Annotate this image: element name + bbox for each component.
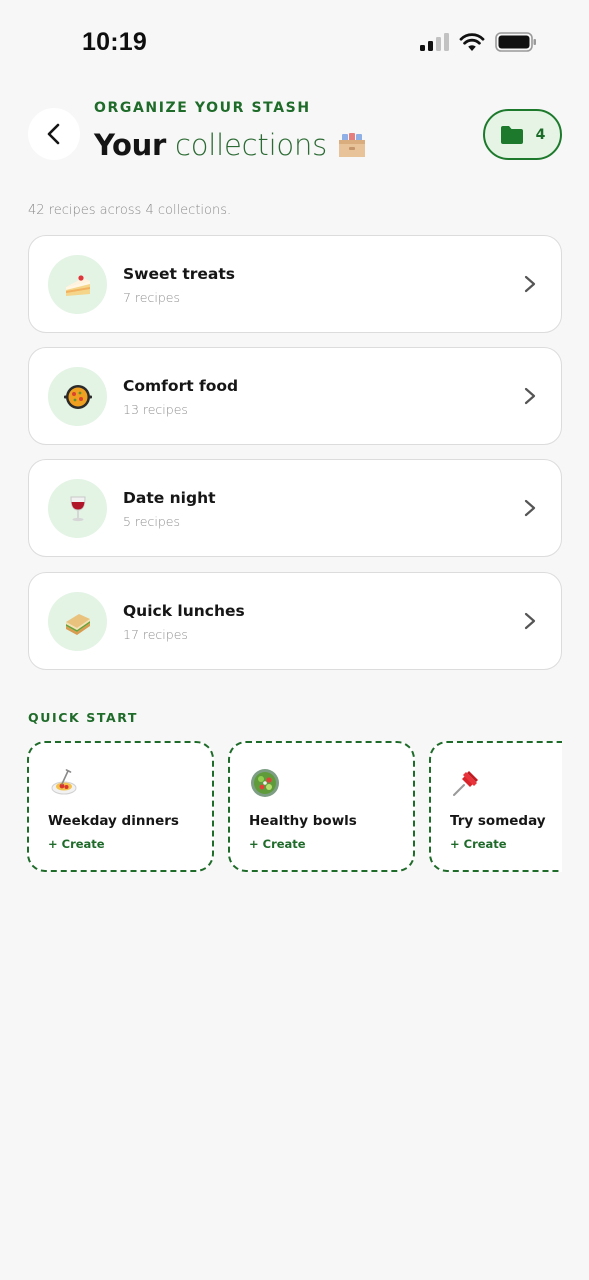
- pushpin-icon: [453, 771, 478, 796]
- spaghetti-icon: [51, 769, 77, 795]
- quick-start-create-link[interactable]: + Create: [48, 837, 105, 851]
- collection-card-comfort-food[interactable]: Comfort food 13 recipes: [28, 347, 562, 445]
- collection-icon-circle: [48, 367, 107, 426]
- quick-start-title: Weekday dinners: [48, 813, 179, 829]
- status-icons: [419, 32, 537, 52]
- chevron-right-icon: [524, 499, 536, 517]
- page-title-strong: Your: [94, 128, 167, 162]
- card-file-box-icon: [339, 133, 366, 157]
- collection-name: Comfort food: [123, 377, 239, 395]
- chevron-right-icon: [524, 612, 536, 630]
- quick-start-title: Healthy bowls: [249, 813, 357, 829]
- cake-slice-icon: [65, 274, 90, 296]
- back-button[interactable]: [28, 108, 80, 160]
- chevron-right-icon: [524, 387, 536, 405]
- quick-start-create-link[interactable]: + Create: [450, 837, 507, 851]
- quick-start-carousel[interactable]: Weekday dinners + Create Healthy bowls +…: [27, 741, 562, 873]
- salad-bowl-icon: [251, 769, 279, 797]
- paella-pan-icon: [63, 384, 92, 409]
- collection-recipe-count: 5 recipes: [123, 514, 180, 529]
- status-bar: 10:19: [0, 0, 589, 88]
- collection-recipe-count: 13 recipes: [123, 402, 188, 417]
- quick-start-card-try-someday[interactable]: Try someday + Create: [429, 741, 562, 872]
- cellular-signal-icon: [420, 33, 449, 51]
- collection-recipe-count: 17 recipes: [123, 627, 188, 642]
- quick-start-card-healthy-bowls[interactable]: Healthy bowls + Create: [228, 741, 415, 872]
- quick-start-title: Try someday: [450, 813, 546, 829]
- page-eyebrow: ORGANIZE YOUR STASH: [94, 100, 311, 116]
- collection-icon-circle: [48, 255, 107, 314]
- folder-icon: [500, 125, 523, 144]
- collection-card-quick-lunches[interactable]: Quick lunches 17 recipes: [28, 572, 562, 670]
- collections-count-pill[interactable]: 4: [483, 109, 562, 160]
- quick-start-card-weekday-dinners[interactable]: Weekday dinners + Create: [27, 741, 214, 872]
- collection-name: Date night: [123, 489, 216, 507]
- chevron-left-icon: [47, 123, 60, 145]
- collection-name: Quick lunches: [123, 602, 245, 620]
- page-title-light: collections: [175, 128, 328, 162]
- collection-recipe-count: 7 recipes: [123, 290, 180, 305]
- quick-start-create-link[interactable]: + Create: [249, 837, 306, 851]
- wine-glass-icon: [69, 496, 86, 521]
- collection-icon-circle: [48, 592, 107, 651]
- status-time: 10:19: [82, 28, 147, 56]
- collection-card-date-night[interactable]: Date night 5 recipes: [28, 459, 562, 557]
- collections-summary: 42 recipes across 4 collections.: [28, 203, 232, 218]
- quick-start-heading: QUICK START: [28, 710, 139, 725]
- wifi-icon: [459, 33, 485, 51]
- page-title: Your collections: [94, 128, 367, 162]
- sandwich-icon: [65, 613, 90, 635]
- chevron-right-icon: [524, 275, 536, 293]
- collections-count: 4: [535, 126, 546, 143]
- battery-icon: [495, 32, 536, 52]
- collection-name: Sweet treats: [123, 265, 235, 283]
- collection-card-sweet-treats[interactable]: Sweet treats 7 recipes: [28, 235, 562, 333]
- collection-icon-circle: [48, 479, 107, 538]
